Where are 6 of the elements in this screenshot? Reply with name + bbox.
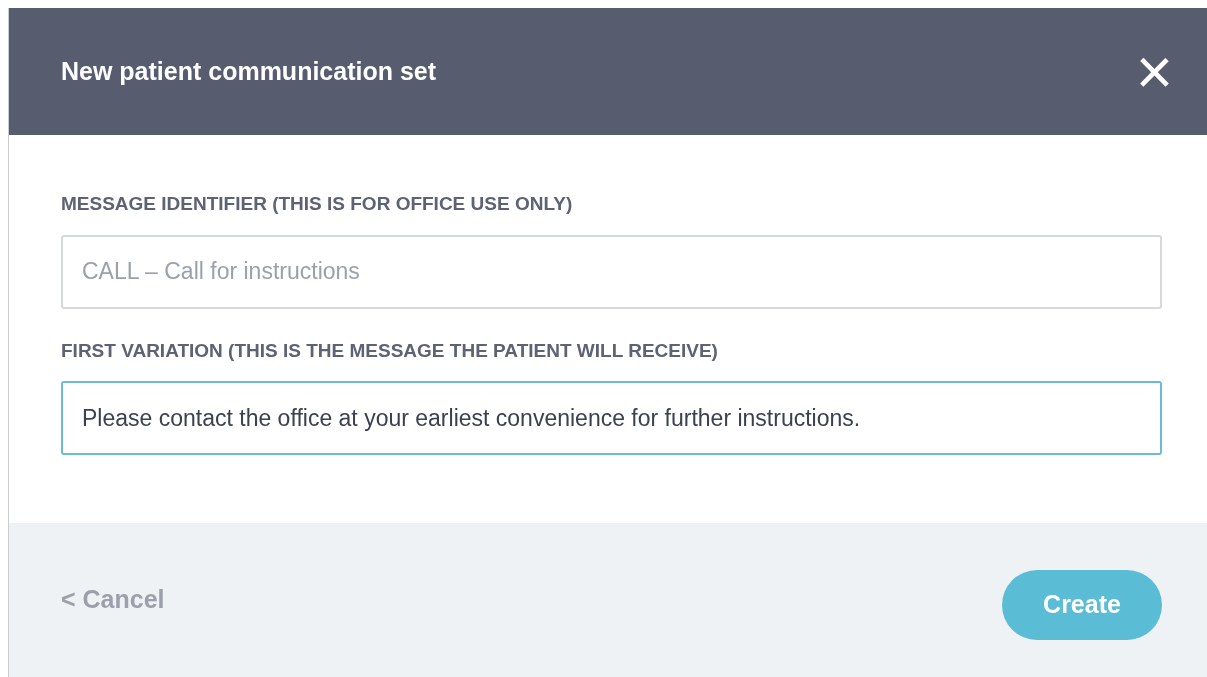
input-field[interactable]: Please contact the office at your earliest convenience for further instructions. xyxy=(61,381,1162,455)
field-label: FIRST VARIATION (THIS IS THE MESSAGE THE PATIENT WILL RECEIVE) xyxy=(61,338,719,363)
close-button[interactable]: × xyxy=(1135,39,1173,104)
dialog-title: New patient communication set xyxy=(61,55,437,87)
field-label: MESSAGE IDENTIFIER (THIS IS FOR OFFICE USE ONLY) xyxy=(61,192,574,216)
input-field[interactable]: CALL – Call for instructions xyxy=(61,234,1162,309)
